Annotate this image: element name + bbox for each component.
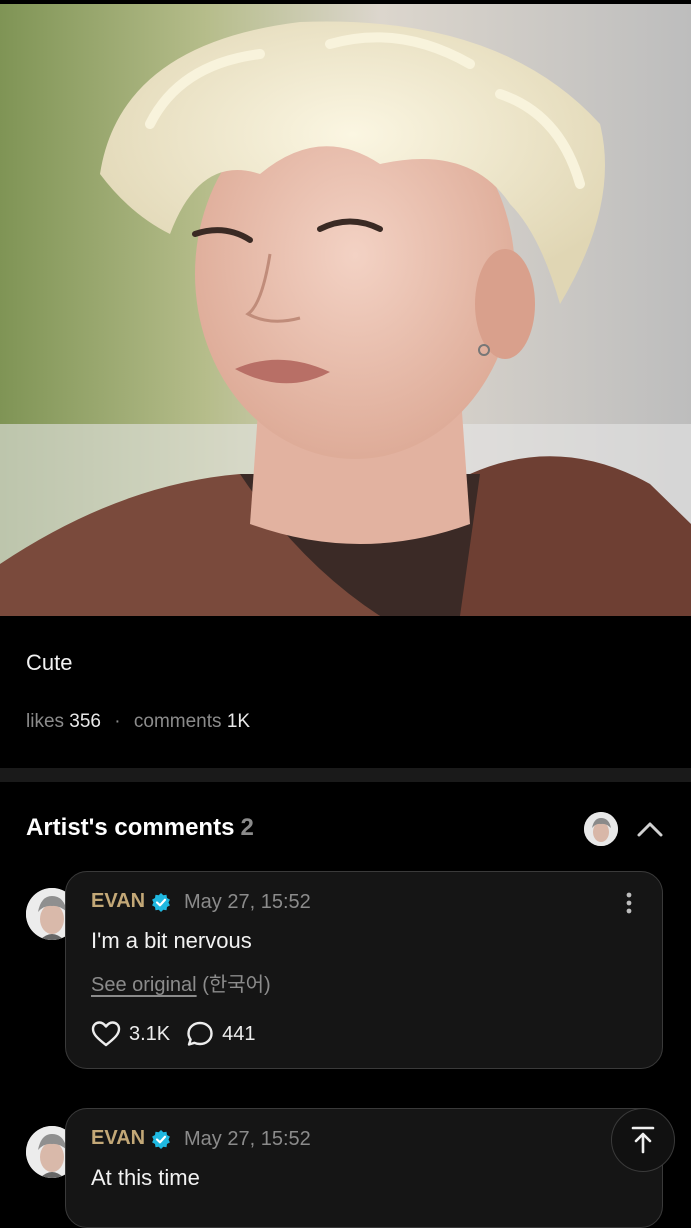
verified-badge-icon bbox=[152, 893, 170, 912]
artist-comments-count: 2 bbox=[240, 814, 254, 841]
likes-count: 356 bbox=[69, 711, 101, 732]
comments-count[interactable]: 1K bbox=[227, 711, 250, 732]
post-photo[interactable] bbox=[0, 4, 691, 616]
heart-icon[interactable] bbox=[91, 1020, 121, 1048]
arrow-to-top-icon bbox=[631, 1126, 655, 1154]
post-caption: Cute bbox=[26, 650, 73, 675]
likes-label: likes bbox=[26, 711, 65, 732]
artist-comments-title: Artist's comments 2 bbox=[26, 814, 254, 842]
comment-date: May 27, 15:52 bbox=[184, 1128, 311, 1150]
comment-author[interactable]: EVAN bbox=[91, 1127, 145, 1150]
post-photo-illustration bbox=[0, 4, 691, 616]
comment-text: At this time bbox=[91, 1165, 200, 1190]
artist-avatar-small[interactable] bbox=[584, 812, 618, 846]
artist-comment-card[interactable]: EVAN May 27, 15:52 I'm a bit nervous See… bbox=[65, 871, 663, 1069]
original-language: (한국어) bbox=[202, 974, 271, 996]
see-original-link[interactable]: See original bbox=[91, 974, 197, 996]
artist-comment-card[interactable]: EVAN May 27, 15:52 At this time bbox=[65, 1108, 663, 1228]
verified-badge-icon bbox=[152, 1130, 170, 1149]
separator-dot: · bbox=[114, 711, 121, 732]
collapse-section-button[interactable] bbox=[636, 816, 664, 842]
scroll-to-top-button[interactable] bbox=[611, 1108, 675, 1172]
comment-bubble-icon[interactable] bbox=[186, 1020, 214, 1048]
comment-author[interactable]: EVAN bbox=[91, 890, 145, 913]
comment-actions: 3.1K 441 bbox=[91, 1020, 272, 1048]
chevron-up-icon bbox=[637, 822, 663, 837]
post-stats: likes 356 · comments 1K bbox=[26, 711, 250, 733]
more-vertical-icon[interactable] bbox=[626, 892, 632, 914]
see-original-row: See original (한국어) bbox=[91, 968, 271, 997]
comment-likes-count: 3.1K bbox=[129, 1022, 171, 1045]
comment-replies-count: 441 bbox=[222, 1022, 256, 1045]
comment-text: I'm a bit nervous bbox=[91, 928, 252, 953]
section-divider bbox=[0, 768, 691, 782]
comment-date: May 27, 15:52 bbox=[184, 891, 311, 913]
artist-comments-label: Artist's comments bbox=[26, 814, 235, 841]
comments-label[interactable]: comments bbox=[134, 711, 222, 732]
